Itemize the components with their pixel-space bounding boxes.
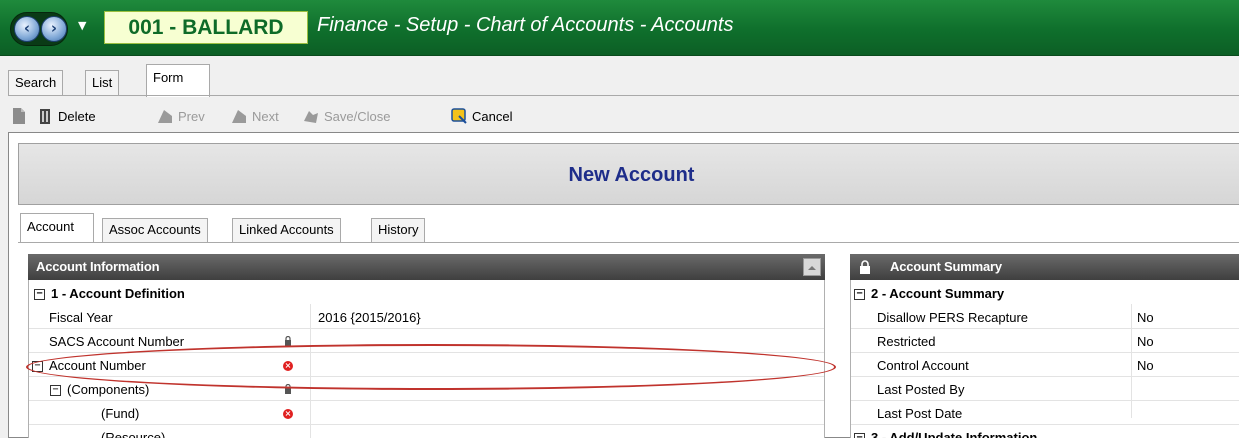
next-button-label: Next <box>252 108 279 124</box>
next-button[interactable]: Next <box>230 104 279 128</box>
delete-button[interactable]: Delete <box>36 104 96 128</box>
account-summary-title: Account Summary <box>890 259 1002 274</box>
field-label: Restricted <box>877 334 936 349</box>
field-value[interactable]: No <box>1137 354 1154 378</box>
lock-icon <box>285 336 291 346</box>
cancel-button-label: Cancel <box>472 108 513 124</box>
account-information-title: Account Information <box>36 259 160 274</box>
field-label: Fiscal Year <box>49 310 113 325</box>
section-account-summary[interactable]: − 2 - Account Summary <box>851 282 1239 306</box>
chevron-down-icon[interactable]: ▼ <box>78 19 86 32</box>
field-label: Last Post Date <box>877 406 963 421</box>
tab-account[interactable]: Account <box>20 213 94 243</box>
tab-assoc-accounts[interactable]: Assoc Accounts <box>102 218 208 242</box>
save-close-icon <box>304 111 318 123</box>
field-value[interactable]: 2016 {2015/2016} <box>318 306 421 330</box>
section-account-definition[interactable]: − 1 - Account Definition <box>29 282 824 306</box>
collapse-panel-button[interactable] <box>803 258 821 276</box>
field-label: (Fund) <box>101 406 140 421</box>
new-button[interactable] <box>10 104 32 128</box>
row-account-number[interactable]: − Account Number × <box>29 354 824 378</box>
form-header-banner: New Account <box>18 143 1239 205</box>
account-information-grid: − 1 - Account Definition Fiscal Year 201… <box>28 280 825 438</box>
required-error-icon: × <box>283 361 293 371</box>
field-value[interactable]: No <box>1137 306 1154 330</box>
save-close-button-label: Save/Close <box>324 108 391 124</box>
row-resource[interactable]: (Resource) <box>29 426 824 438</box>
prev-button[interactable]: Prev <box>156 104 205 128</box>
prev-button-label: Prev <box>178 108 205 124</box>
section-title: 2 - Account Summary <box>871 286 1005 301</box>
collapse-icon[interactable]: − <box>32 361 43 372</box>
field-label: Account Number <box>49 358 146 373</box>
field-value[interactable]: No <box>1137 330 1154 354</box>
chevron-up-icon <box>808 266 816 270</box>
field-label: SACS Account Number <box>49 334 185 349</box>
tab-list[interactable]: List <box>85 70 120 96</box>
save-close-button[interactable]: Save/Close <box>302 104 390 128</box>
row-fiscal-year[interactable]: Fiscal Year 2016 {2015/2016} <box>29 306 824 330</box>
arrow-left-icon[interactable]: ‹ <box>14 16 40 42</box>
cancel-icon <box>451 108 467 124</box>
field-label: (Resource) <box>101 430 166 438</box>
lock-icon <box>285 384 291 394</box>
cancel-button[interactable]: Cancel <box>450 104 512 128</box>
delete-button-label: Delete <box>58 108 96 124</box>
collapse-icon[interactable]: − <box>50 385 61 396</box>
row-sacs-account-number[interactable]: SACS Account Number <box>29 330 824 354</box>
section-title: 1 - Account Definition <box>51 286 185 301</box>
section-add-update-information[interactable]: − 3 - Add/Update Information <box>851 426 1239 438</box>
tab-form[interactable]: Form <box>146 64 210 97</box>
tab-history[interactable]: History <box>371 218 426 242</box>
account-information-header: Account Information <box>28 254 825 280</box>
trash-icon <box>40 109 50 124</box>
collapse-icon[interactable]: − <box>854 289 865 300</box>
collapse-icon[interactable]: − <box>854 433 865 438</box>
row-control-account[interactable]: Control Account No <box>851 354 1239 378</box>
page-breadcrumb-title: Finance - Setup - Chart of Accounts - Ac… <box>317 14 734 36</box>
row-restricted[interactable]: Restricted No <box>851 330 1239 354</box>
collapse-icon[interactable]: − <box>34 289 45 300</box>
lock-icon <box>860 260 870 274</box>
row-last-post-date[interactable]: Last Post Date <box>851 402 1239 426</box>
prev-arrow-icon <box>158 110 172 123</box>
field-label: Disallow PERS Recapture <box>877 310 1029 325</box>
field-label: Control Account <box>877 358 969 373</box>
tab-search[interactable]: Search <box>8 70 64 96</box>
title-bar: ‹ › ▼ 001 - BALLARD Finance - Setup - Ch… <box>0 0 1239 56</box>
toolbar: Delete Prev Next Save/Close Cancel <box>8 104 608 128</box>
row-disallow-pers-recapture[interactable]: Disallow PERS Recapture No <box>851 306 1239 330</box>
tab-linked-accounts[interactable]: Linked Accounts <box>232 218 341 242</box>
field-label: Last Posted By <box>877 382 965 397</box>
document-icon <box>13 108 25 124</box>
row-components[interactable]: − (Components) <box>29 378 824 402</box>
district-selector[interactable]: 001 - BALLARD <box>104 11 308 44</box>
inner-tab-divider <box>18 242 1239 243</box>
field-label: (Components) <box>67 382 150 397</box>
page-title: New Account <box>568 164 695 186</box>
row-fund[interactable]: (Fund) × <box>29 402 824 426</box>
account-summary-header: Account Summary <box>850 254 1239 280</box>
row-last-posted-by[interactable]: Last Posted By <box>851 378 1239 402</box>
tab-divider <box>8 95 1239 96</box>
section-title: 3 - Add/Update Information <box>871 430 1038 438</box>
required-error-icon: × <box>283 409 293 419</box>
account-summary-grid: − 2 - Account Summary Disallow PERS Reca… <box>850 280 1239 438</box>
arrow-right-icon[interactable]: › <box>41 16 67 42</box>
next-arrow-icon <box>232 110 246 123</box>
